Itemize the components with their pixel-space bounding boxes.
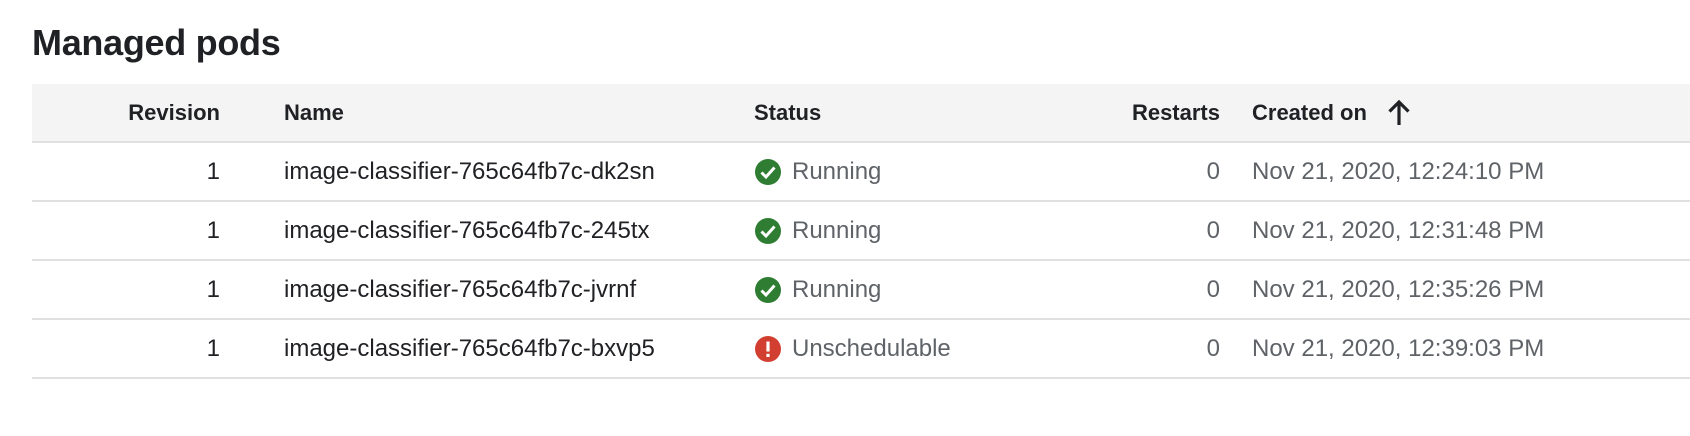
table-header: Revision Name Status Restarts Created on [32, 84, 1690, 143]
pod-name: image-classifier-765c64fb7c-245tx [284, 216, 650, 244]
restarts-value: 0 [1206, 216, 1220, 244]
header-status-label: Status [754, 99, 822, 125]
created-on-cell: Nov 21, 2020, 12:35:26 PM [1252, 261, 1672, 318]
pod-name-cell[interactable]: image-classifier-765c64fb7c-245tx [284, 202, 714, 259]
page-title: Managed pods [32, 22, 281, 63]
pods-table: Revision Name Status Restarts Created on [32, 84, 1690, 379]
revision-cell: 1 [32, 261, 220, 318]
header-restarts[interactable]: Restarts [1032, 84, 1220, 141]
created-on-value: Nov 21, 2020, 12:31:48 PM [1252, 216, 1545, 244]
created-on-cell: Nov 21, 2020, 12:24:10 PM [1252, 143, 1672, 200]
status-text: Running [792, 216, 882, 244]
revision-value: 1 [206, 275, 220, 303]
restarts-cell: 0 [1032, 261, 1220, 318]
revision-cell: 1 [32, 143, 220, 200]
header-restarts-label: Restarts [1131, 99, 1220, 125]
restarts-cell: 0 [1032, 320, 1220, 377]
created-on-value: Nov 21, 2020, 12:39:03 PM [1252, 334, 1545, 362]
revision-cell: 1 [32, 202, 220, 259]
check-circle-icon [754, 276, 782, 304]
header-created-on-label: Created on [1252, 99, 1367, 125]
check-circle-icon [754, 217, 782, 245]
pod-name: image-classifier-765c64fb7c-dk2sn [284, 157, 655, 185]
status-text: Running [792, 275, 882, 303]
pod-name-cell[interactable]: image-classifier-765c64fb7c-dk2sn [284, 143, 714, 200]
restarts-cell: 0 [1032, 202, 1220, 259]
table-row[interactable]: 1 image-classifier-765c64fb7c-jvrnf Runnin… [32, 261, 1690, 320]
arrow-up-icon[interactable] [1385, 99, 1413, 127]
managed-pods-panel: Managed pods Revision Name Status Restar… [0, 0, 1690, 436]
pod-name: image-classifier-765c64fb7c-jvrnf [284, 275, 637, 303]
created-on-cell: Nov 21, 2020, 12:39:03 PM [1252, 320, 1672, 377]
restarts-value: 0 [1206, 334, 1220, 362]
created-on-value: Nov 21, 2020, 12:24:10 PM [1252, 157, 1545, 185]
header-name-label: Name [284, 99, 344, 125]
restarts-value: 0 [1206, 157, 1220, 185]
revision-cell: 1 [32, 320, 220, 377]
revision-value: 1 [206, 157, 220, 185]
pod-name: image-classifier-765c64fb7c-bxvp5 [284, 334, 655, 362]
pod-name-cell[interactable]: image-classifier-765c64fb7c-jvrnf [284, 261, 714, 318]
header-created-on[interactable]: Created on [1252, 84, 1672, 141]
status-text: Unschedulable [792, 334, 951, 362]
table-row[interactable]: 1 image-classifier-765c64fb7c-bxvp5 Unsche… [32, 320, 1690, 379]
pod-name-cell[interactable]: image-classifier-765c64fb7c-bxvp5 [284, 320, 714, 377]
revision-value: 1 [206, 216, 220, 244]
header-name[interactable]: Name [284, 84, 714, 141]
created-on-value: Nov 21, 2020, 12:35:26 PM [1252, 275, 1545, 303]
header-revision[interactable]: Revision [32, 84, 220, 141]
status-text: Running [792, 157, 882, 185]
table-row[interactable]: 1 image-classifier-765c64fb7c-dk2sn Runnin… [32, 143, 1690, 202]
restarts-cell: 0 [1032, 143, 1220, 200]
check-circle-icon [754, 158, 782, 186]
table-row[interactable]: 1 image-classifier-765c64fb7c-245tx Runnin… [32, 202, 1690, 261]
revision-value: 1 [206, 334, 220, 362]
created-on-cell: Nov 21, 2020, 12:31:48 PM [1252, 202, 1672, 259]
restarts-value: 0 [1206, 275, 1220, 303]
header-revision-label: Revision [128, 99, 220, 125]
error-circle-icon [754, 335, 782, 363]
table-body: 1 image-classifier-765c64fb7c-dk2sn Runnin… [32, 143, 1690, 379]
